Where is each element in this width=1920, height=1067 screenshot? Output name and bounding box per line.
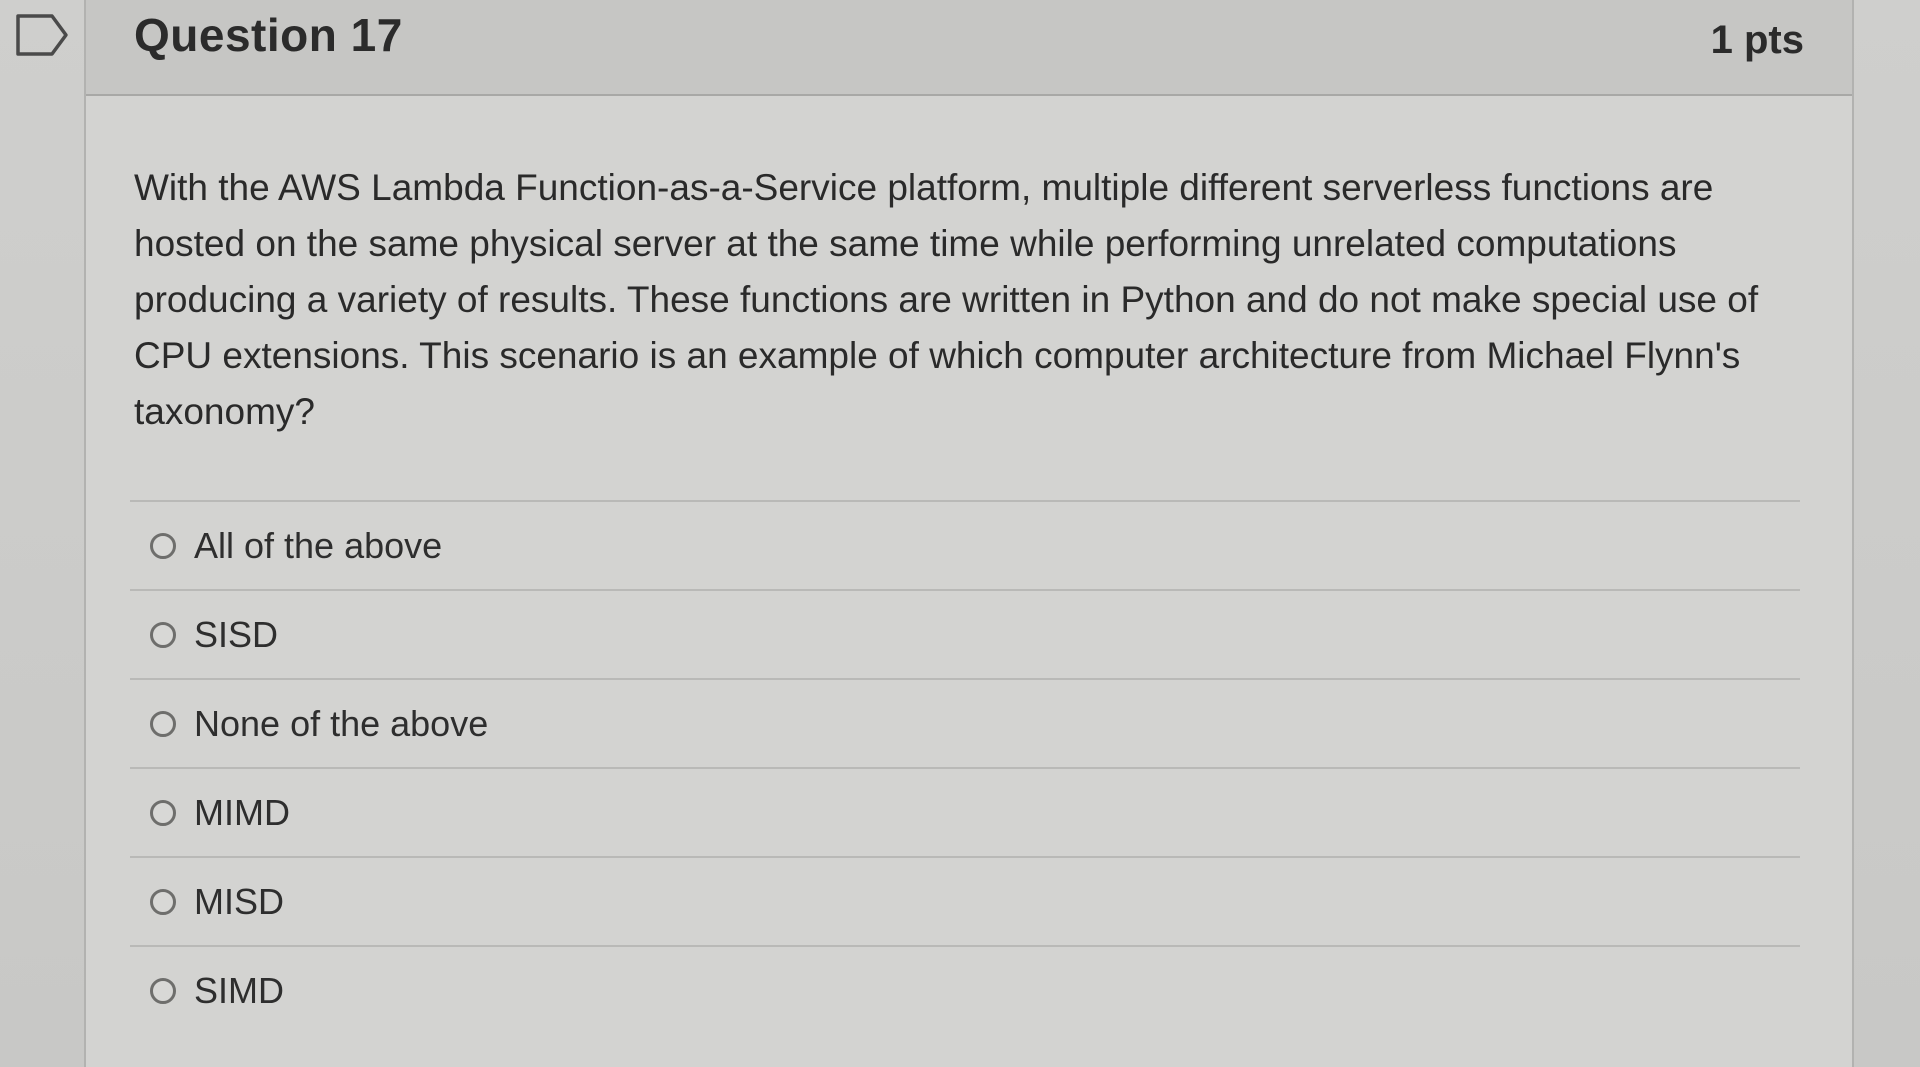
answer-label: SISD <box>194 613 279 655</box>
answer-label: MISD <box>194 880 284 922</box>
answer-label: SIMD <box>194 969 284 1011</box>
quiz-page: Question 17 1 pts With the AWS Lambda Fu… <box>0 0 1920 1067</box>
answer-option[interactable]: MIMD <box>130 767 1800 856</box>
answer-label: None of the above <box>194 702 489 744</box>
answer-option[interactable]: SISD <box>130 589 1800 678</box>
radio-button[interactable] <box>150 799 176 826</box>
radio-button[interactable] <box>150 621 176 648</box>
answer-option[interactable]: All of the above <box>130 500 1800 589</box>
question-title: Question 17 <box>134 9 403 61</box>
question-points: 1 pts <box>1710 18 1804 62</box>
radio-button[interactable] <box>150 532 176 559</box>
answer-option[interactable]: None of the above <box>130 678 1800 767</box>
answer-option[interactable]: SIMD <box>130 945 1800 1034</box>
question-card: Question 17 1 pts With the AWS Lambda Fu… <box>84 0 1854 1067</box>
answer-option[interactable]: MISD <box>130 856 1800 945</box>
radio-button[interactable] <box>150 710 176 737</box>
question-text: With the AWS Lambda Function-as-a-Servic… <box>134 167 1759 432</box>
answer-list: All of the above SISD None of the above … <box>130 500 1800 1034</box>
flag-question-icon[interactable] <box>14 12 72 58</box>
question-header: Question 17 1 pts <box>86 0 1852 96</box>
radio-button[interactable] <box>150 888 176 915</box>
answer-label: All of the above <box>194 524 443 566</box>
answer-label: MIMD <box>194 791 290 833</box>
radio-button[interactable] <box>150 977 176 1004</box>
